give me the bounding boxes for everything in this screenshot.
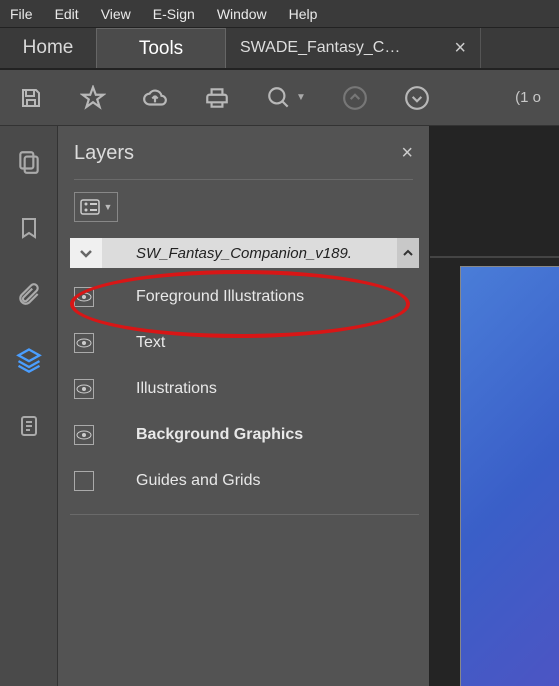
visibility-toggle[interactable] bbox=[74, 333, 94, 353]
page-indicator: (1 o bbox=[515, 89, 541, 106]
document-page-preview[interactable] bbox=[460, 266, 559, 686]
star-icon[interactable] bbox=[80, 85, 106, 111]
layer-name: Illustrations bbox=[110, 380, 217, 398]
layer-name: Foreground Illustrations bbox=[110, 288, 304, 306]
layers-panel-header: Layers × bbox=[58, 136, 429, 179]
layer-group-name: SW_Fantasy_Companion_v189. bbox=[102, 245, 397, 262]
tab-tools[interactable]: Tools bbox=[96, 28, 226, 68]
bookmark-icon[interactable] bbox=[15, 214, 43, 242]
menu-esign[interactable]: E-Sign bbox=[149, 4, 199, 24]
divider bbox=[70, 514, 419, 515]
page-down-icon[interactable] bbox=[404, 85, 430, 111]
layer-options-button[interactable]: ▼ bbox=[74, 192, 118, 222]
layer-tree: SW_Fantasy_Companion_v189. Foreground Il… bbox=[58, 238, 429, 515]
layers-icon[interactable] bbox=[15, 346, 43, 374]
layer-row[interactable]: Illustrations bbox=[64, 366, 429, 412]
print-icon[interactable] bbox=[204, 85, 230, 111]
tab-home[interactable]: Home bbox=[0, 28, 96, 68]
layer-name: Guides and Grids bbox=[110, 472, 261, 490]
menu-help[interactable]: Help bbox=[285, 4, 322, 24]
tabs-row: Home Tools SWADE_Fantasy_C… × bbox=[0, 28, 559, 70]
page-up-icon[interactable] bbox=[342, 85, 368, 111]
toolbar: ▼ (1 o bbox=[0, 70, 559, 126]
cloud-upload-icon[interactable] bbox=[142, 85, 168, 111]
collapse-chevron-icon[interactable] bbox=[70, 238, 102, 268]
document-area[interactable] bbox=[430, 126, 559, 686]
menu-window[interactable]: Window bbox=[213, 4, 271, 24]
zoom-icon[interactable] bbox=[266, 85, 292, 111]
layer-row[interactable]: Background Graphics bbox=[64, 412, 429, 458]
layers-panel: Layers × ▼ SW_Fantasy_Companion_v189. bbox=[58, 126, 430, 686]
tab-document-title: SWADE_Fantasy_C… bbox=[240, 39, 444, 57]
main-area: Layers × ▼ SW_Fantasy_Companion_v189. bbox=[0, 126, 559, 686]
layer-name: Background Graphics bbox=[110, 426, 303, 444]
layer-row[interactable]: Text bbox=[64, 320, 429, 366]
menu-file[interactable]: File bbox=[6, 4, 37, 24]
visibility-toggle[interactable] bbox=[74, 425, 94, 445]
save-icon[interactable] bbox=[18, 85, 44, 111]
layer-row[interactable]: Foreground Illustrations bbox=[64, 274, 429, 320]
visibility-toggle[interactable] bbox=[74, 471, 94, 491]
layer-group-top[interactable]: SW_Fantasy_Companion_v189. bbox=[70, 238, 419, 268]
chevron-down-icon: ▼ bbox=[104, 202, 113, 212]
menu-view[interactable]: View bbox=[97, 4, 135, 24]
thumbnails-icon[interactable] bbox=[15, 148, 43, 176]
visibility-toggle[interactable] bbox=[74, 287, 94, 307]
tab-document-close-icon[interactable]: × bbox=[454, 37, 466, 60]
page-nav-icon[interactable] bbox=[15, 412, 43, 440]
layer-row[interactable]: Guides and Grids bbox=[64, 458, 429, 504]
visibility-toggle[interactable] bbox=[74, 379, 94, 399]
left-nav bbox=[0, 126, 58, 686]
divider bbox=[430, 256, 559, 258]
zoom-dropdown-icon[interactable]: ▼ bbox=[296, 92, 306, 103]
attachment-icon[interactable] bbox=[15, 280, 43, 308]
layers-panel-title: Layers bbox=[74, 142, 401, 165]
menu-bar: File Edit View E-Sign Window Help bbox=[0, 0, 559, 28]
layers-panel-close-icon[interactable]: × bbox=[401, 142, 413, 165]
menu-edit[interactable]: Edit bbox=[51, 4, 83, 24]
scroll-up-icon[interactable] bbox=[397, 238, 419, 268]
tab-document[interactable]: SWADE_Fantasy_C… × bbox=[226, 28, 481, 68]
layer-name: Text bbox=[110, 334, 165, 352]
